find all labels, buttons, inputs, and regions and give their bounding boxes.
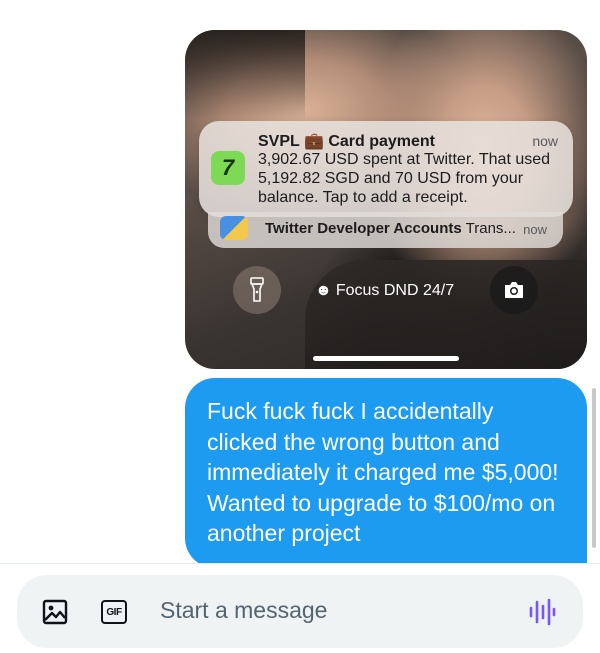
message-text: Fuck fuck fuck I accidentally clicked th… (207, 398, 559, 546)
notification2-app: Twitter Developer Accounts (265, 220, 462, 237)
voice-icon[interactable] (527, 597, 557, 627)
notification-title: SVPL 💼 Card payment (258, 133, 436, 150)
twitter-dev-app-icon (220, 216, 248, 240)
notification2-preview: Trans... (465, 220, 516, 237)
notification-body: 3,902.67 USD spent at Twitter. That used… (258, 151, 551, 206)
focus-mode-indicator: ☻ Focus DND 24/7 (315, 282, 454, 300)
image-message[interactable]: 7 SVPL 💼 Card payment now 3,902.67 USD s… (185, 30, 587, 369)
message-composer: GIF Start a message (17, 575, 583, 648)
smiley-icon: ☻ (315, 282, 332, 299)
camera-icon (490, 266, 538, 314)
card-payment-notification: 7 SVPL 💼 Card payment now 3,902.67 USD s… (199, 121, 573, 217)
focus-label: Focus DND 24/7 (335, 282, 455, 299)
notification-time: now (532, 133, 558, 149)
notification2-text: Twitter Developer Accounts Trans... (265, 220, 516, 237)
wise-app-icon: 7 (211, 151, 245, 185)
photo-background (185, 30, 305, 120)
image-icon[interactable] (40, 597, 70, 627)
message-thread: 7 SVPL 💼 Card payment now 3,902.67 USD s… (0, 0, 600, 568)
gif-label: GIF (101, 600, 127, 624)
message-input[interactable]: Start a message (160, 597, 327, 624)
flashlight-icon (233, 266, 281, 314)
gif-icon[interactable]: GIF (99, 597, 129, 627)
photo-foreground (305, 260, 587, 369)
sent-message-bubble[interactable]: Fuck fuck fuck I accidentally clicked th… (185, 378, 587, 568)
composer-bar: GIF Start a message (0, 563, 600, 653)
notification2-time: now (523, 222, 547, 237)
home-indicator (313, 356, 459, 361)
twitter-dev-notification: Twitter Developer Accounts Trans... now (208, 212, 563, 248)
scrollbar[interactable] (592, 388, 596, 548)
